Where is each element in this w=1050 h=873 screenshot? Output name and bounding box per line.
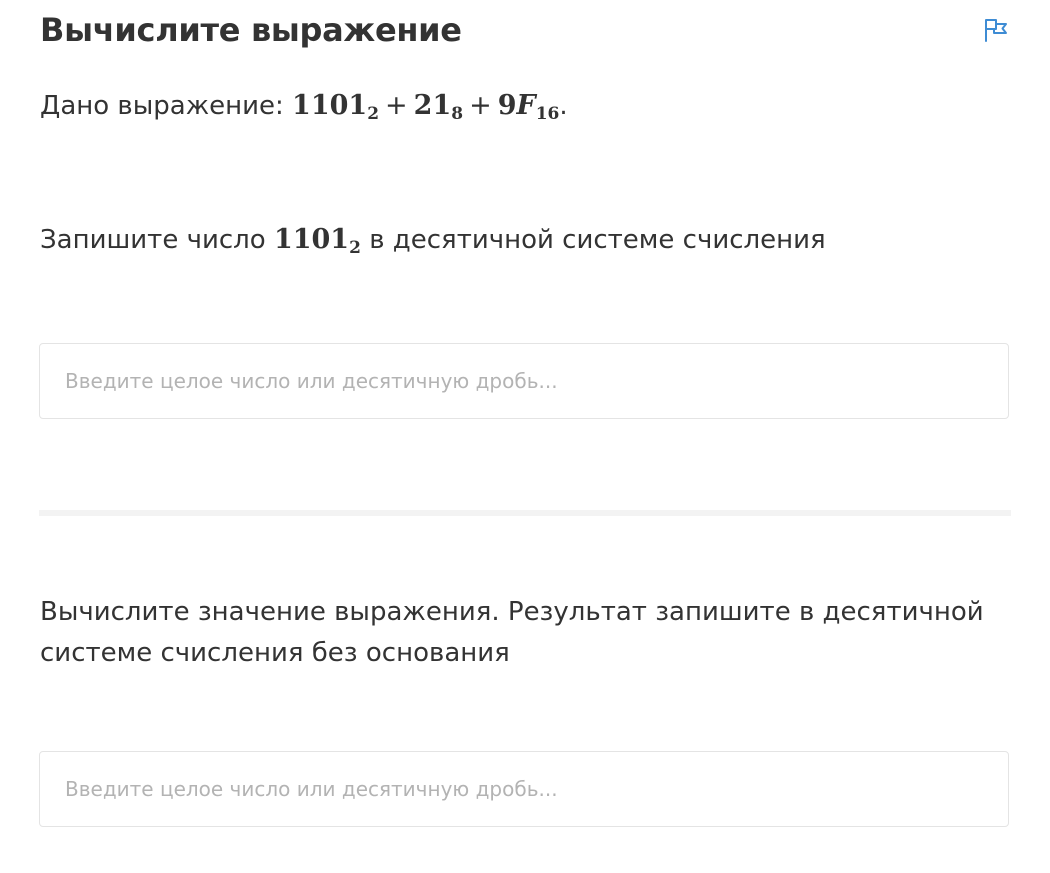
plus-sign: + bbox=[385, 90, 408, 121]
answer-input-2[interactable] bbox=[39, 751, 1009, 827]
question-1-term: 11012 bbox=[273, 224, 361, 258]
given-label: Дано выражение: bbox=[40, 91, 284, 121]
given-expression: Дано выражение: 11012 +218 +9F16. bbox=[40, 86, 568, 126]
expression-formula: 11012 +218 +9F16 bbox=[292, 90, 560, 124]
section-divider bbox=[39, 510, 1011, 516]
answer-input-1[interactable] bbox=[39, 343, 1009, 419]
expression-period: . bbox=[559, 91, 568, 121]
question-1-text: Запишите число 11012 в десятичной систем… bbox=[40, 224, 826, 258]
term-hex: 9F16 bbox=[497, 90, 560, 124]
page-title: Вычислите выражение bbox=[40, 11, 462, 49]
question-2-text: Вычислите значение выражения. Результат … bbox=[40, 597, 984, 668]
term-octal: 218 bbox=[413, 90, 464, 124]
plus-sign: + bbox=[469, 90, 492, 121]
term-binary: 11012 bbox=[292, 90, 380, 124]
report-flag-button[interactable] bbox=[980, 14, 1012, 46]
flag-icon bbox=[985, 19, 1007, 42]
